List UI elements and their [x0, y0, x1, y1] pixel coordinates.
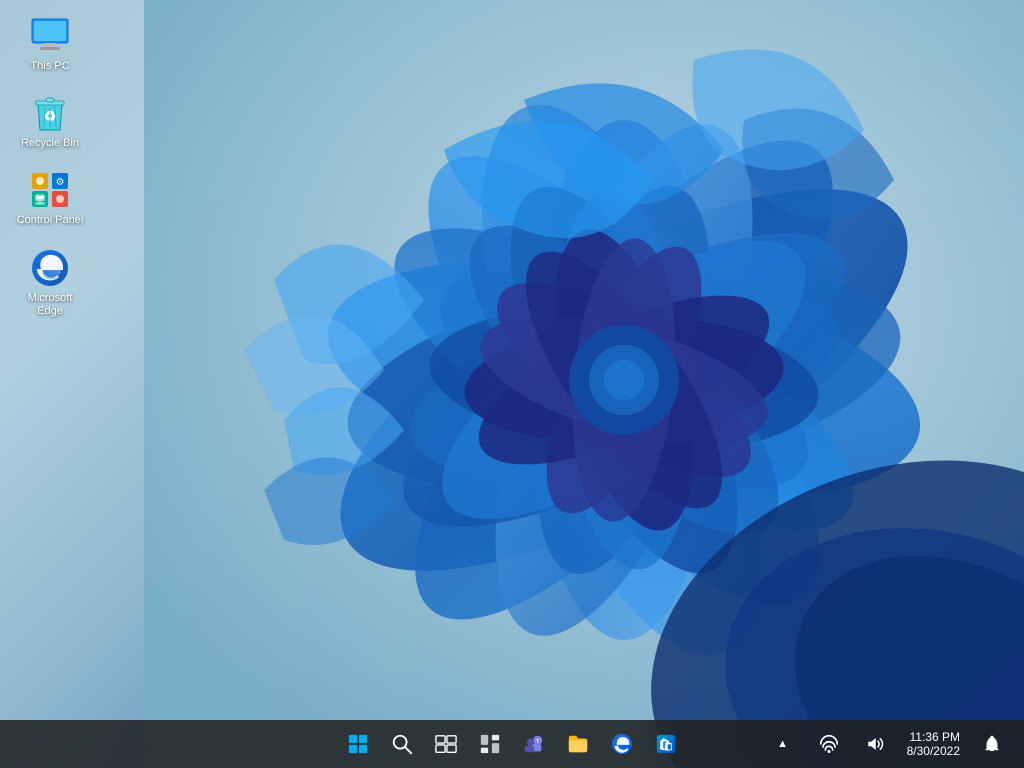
notifications-icon	[983, 735, 1001, 753]
notifications-button[interactable]	[972, 724, 1012, 764]
system-tray-chevron[interactable]: ▲	[763, 724, 803, 764]
recycle-bin-label: Recycle Bin	[14, 137, 86, 150]
volume-icon	[866, 735, 884, 753]
clock-date: 8/30/2022	[907, 744, 960, 758]
start-button[interactable]	[338, 724, 378, 764]
taskbar-right: ▲ 11:36 PM	[763, 724, 1012, 764]
desktop: This PC ♻ Recyc	[0, 0, 1024, 768]
desktop-icon-this-pc[interactable]: This PC	[10, 10, 90, 79]
desktop-icon-recycle-bin[interactable]: ♻ Recycle Bin	[10, 87, 90, 156]
this-pc-label: This PC	[14, 60, 86, 73]
chevron-up-icon: ▲	[777, 738, 788, 750]
task-view-icon	[435, 733, 457, 755]
edge-taskbar-button[interactable]	[602, 724, 642, 764]
volume-button[interactable]	[855, 724, 895, 764]
taskbar: T	[0, 720, 1024, 768]
file-explorer-icon	[567, 733, 589, 755]
recycle-bin-icon: ♻	[30, 93, 70, 133]
file-explorer-button[interactable]	[558, 724, 598, 764]
edge-icon	[30, 248, 70, 288]
desktop-icon-control-panel[interactable]: ⚙ 🖥 Control Panel	[10, 164, 90, 233]
svg-text:⚙: ⚙	[56, 177, 65, 188]
edge-taskbar-icon	[611, 733, 633, 755]
svg-text:🖥: 🖥	[34, 194, 47, 206]
network-button[interactable]	[809, 724, 849, 764]
clock-time: 11:36 PM	[910, 730, 960, 744]
start-icon	[347, 733, 369, 755]
edge-label: Microsoft Edge	[14, 292, 86, 318]
widgets-button[interactable]	[470, 724, 510, 764]
task-view-button[interactable]	[426, 724, 466, 764]
chat-icon: T	[523, 733, 545, 755]
desktop-icons: This PC ♻ Recyc	[0, 0, 100, 334]
taskbar-center: T	[338, 724, 686, 764]
network-icon	[820, 735, 838, 753]
desktop-icon-microsoft-edge[interactable]: Microsoft Edge	[10, 242, 90, 324]
search-icon	[391, 733, 413, 755]
widgets-icon	[479, 733, 501, 755]
clock-area[interactable]: 11:36 PM 8/30/2022	[901, 728, 966, 760]
svg-text:🛍: 🛍	[658, 738, 673, 752]
store-icon: 🛍	[655, 733, 677, 755]
control-panel-icon: ⚙ 🖥	[30, 170, 70, 210]
store-button[interactable]: 🛍	[646, 724, 686, 764]
control-panel-label: Control Panel	[14, 214, 86, 227]
search-button[interactable]	[382, 724, 422, 764]
chat-button[interactable]: T	[514, 724, 554, 764]
wallpaper	[144, 0, 1024, 768]
this-pc-icon	[30, 16, 70, 56]
